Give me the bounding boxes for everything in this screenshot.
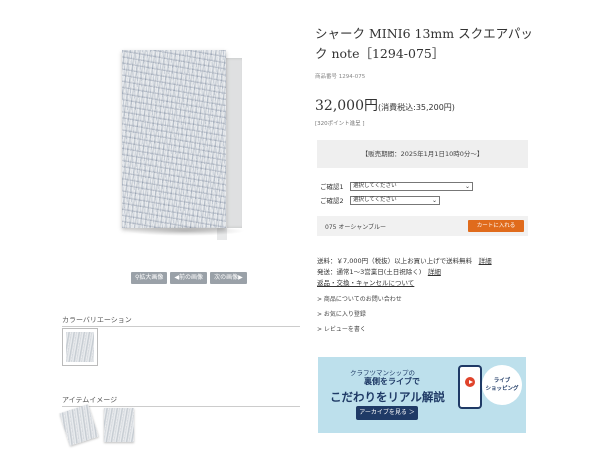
sale-period: 【販売期間：2025年1月1日10時0分〜】 — [317, 140, 528, 168]
points-note: [320ポイント進呈 ] — [315, 121, 365, 127]
item-image-thumb[interactable] — [59, 404, 99, 446]
cart-row: 075 オーシャンブルー カートに入れる — [317, 216, 528, 236]
shipping-detail-link[interactable]: 詳細 — [479, 257, 492, 265]
delivery-detail-link[interactable]: 詳細 — [428, 268, 441, 276]
phone-icon — [458, 365, 482, 409]
variant-label: 075 オーシャンブルー — [325, 224, 387, 231]
option-select-1[interactable]: 選択してください ⌄ — [350, 181, 473, 191]
favorite-link[interactable]: > お気に入り登録 — [317, 309, 366, 318]
product-title: シャーク MINI6 13mm スクエアパック note［1294-075］ — [315, 26, 533, 61]
item-image-thumb[interactable] — [104, 408, 134, 442]
triangle-right-icon: ▶ — [238, 274, 243, 281]
divider — [62, 406, 300, 407]
color-variation-heading: カラーバリエーション — [62, 316, 132, 324]
product-code: 商品番号 1294-075 — [315, 74, 366, 80]
banner-headline: こだわりをリアル解説 — [330, 390, 445, 404]
zoom-image-button[interactable]: ⚲拡大画像 — [131, 272, 168, 284]
image-controls: ⚲拡大画像 ◀前の画像 次の画像▶ — [131, 272, 247, 284]
divider — [62, 326, 300, 327]
photo-shadow — [125, 226, 245, 236]
product-gallery: ⚲拡大画像 ◀前の画像 次の画像▶ カラーバリエーション アイテムイメージ — [0, 0, 305, 466]
chevron-down-icon: ⌄ — [464, 182, 470, 190]
item-image-heading: アイテムイメージ — [62, 396, 118, 404]
color-variation-thumb[interactable] — [62, 328, 98, 366]
option-label: ご確認1 — [320, 183, 344, 191]
return-policy-link[interactable]: 返品・交換・キャンセルについて — [317, 277, 414, 287]
play-icon — [465, 377, 475, 387]
inquiry-link[interactable]: > 商品についてのお問い合わせ — [317, 294, 402, 303]
archive-button[interactable]: アーカイブを見る ＞ — [356, 406, 418, 420]
shipping-info: 送料：￥7,000円（税抜）以上お買い上げで送料無料 詳細 — [317, 257, 492, 265]
product-price: 32,000円(消費税込:35,200円) — [315, 98, 455, 114]
product-details: シャーク MINI6 13mm スクエアパック note［1294-075］ 商… — [315, 0, 600, 466]
live-shopping-banner[interactable]: クラフツマンシップの 裏側をライブで こだわりをリアル解説 アーカイブを見る ＞… — [318, 357, 526, 433]
option-row-2: ご確認2 選択してください ⌄ — [320, 195, 440, 205]
banner-subtitle-2: 裏側をライブで — [364, 377, 420, 386]
delivery-info: 発送：通常1〜3営業日(土日祝除く) 詳細 — [317, 268, 441, 276]
option-select-2[interactable]: 選択してください ⌄ — [350, 195, 440, 205]
option-label: ご確認2 — [320, 197, 344, 205]
chevron-down-icon: ⌄ — [431, 196, 437, 204]
live-shopping-badge: ライブ ショッピング — [482, 365, 522, 405]
product-photo[interactable] — [105, 40, 305, 258]
add-to-cart-button[interactable]: カートに入れる — [468, 220, 524, 232]
review-link[interactable]: > レビューを書く — [317, 324, 366, 333]
option-row-1: ご確認1 選択してください ⌄ — [320, 181, 473, 191]
next-image-button[interactable]: 次の画像▶ — [210, 272, 247, 284]
prev-image-button[interactable]: ◀前の画像 — [170, 272, 208, 284]
notebook-cover — [122, 50, 226, 228]
